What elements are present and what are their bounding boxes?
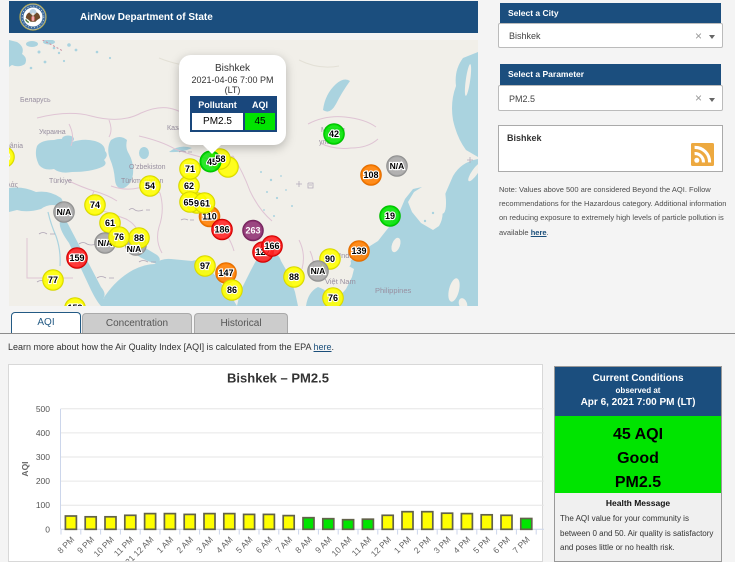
svg-text:AQI: AQI [20,461,30,476]
svg-text:88: 88 [134,233,144,243]
svg-text:N/A: N/A [390,161,405,171]
svg-text:88: 88 [289,272,299,282]
svg-text:400: 400 [36,428,50,438]
svg-text:Philippines: Philippines [375,286,412,295]
svg-text:42: 42 [329,129,339,139]
svg-text:N/A: N/A [127,244,142,254]
svg-text:100: 100 [36,500,50,510]
svg-text:6 AM: 6 AM [254,534,275,555]
svg-text:0: 0 [45,524,50,534]
svg-text:Ελλάς: Ελλάς [9,181,19,189]
svg-text:9: 9 [194,199,199,209]
svg-text:7 PM: 7 PM [511,534,532,555]
svg-text:Việt Nam: Việt Nam [325,277,356,286]
svg-text:Bishkek – PM2.5: Bishkek – PM2.5 [227,371,329,386]
svg-text:3 PM: 3 PM [431,534,452,555]
svg-text:8 AM: 8 AM [293,534,314,555]
svg-text:159: 159 [69,253,84,263]
svg-text:159: 159 [67,303,82,306]
svg-text:12 PM: 12 PM [369,534,393,558]
svg-text:76: 76 [114,232,124,242]
svg-text:10 AM: 10 AM [329,534,353,558]
svg-text:139: 139 [351,246,366,256]
svg-text:11 AM: 11 AM [350,534,374,558]
svg-text:5 PM: 5 PM [471,534,492,555]
svg-text:58: 58 [215,154,225,164]
svg-text:2 PM: 2 PM [412,534,433,555]
svg-text:6 PM: 6 PM [491,534,512,555]
svg-text:263: 263 [245,226,260,236]
svg-text:5 AM: 5 AM [234,534,255,555]
svg-text:166: 166 [264,241,279,251]
svg-text:1 AM: 1 AM [155,534,176,555]
svg-text:54: 54 [145,181,155,191]
svg-text:500: 500 [36,404,50,414]
svg-text:74: 74 [90,200,100,210]
svg-text:76: 76 [328,293,338,303]
svg-text:8 PM: 8 PM [55,534,76,555]
svg-text:71: 71 [185,164,195,174]
svg-text:186: 186 [214,225,229,235]
svg-text:4 PM: 4 PM [451,534,472,555]
svg-text:108: 108 [363,170,378,180]
svg-text:97: 97 [200,261,210,271]
svg-text:0: 0 [9,152,10,162]
svg-text:3 AM: 3 AM [194,534,215,555]
svg-text:Беларусь: Беларусь [20,97,51,104]
svg-text:7 AM: 7 AM [273,534,294,555]
svg-text:200: 200 [36,476,50,486]
svg-text:10 PM: 10 PM [91,534,115,558]
svg-text:147: 147 [218,268,233,278]
svg-text:O’zbekiston: O’zbekiston [129,164,166,171]
svg-text:2 AM: 2 AM [174,534,195,555]
svg-text:61: 61 [200,199,210,209]
svg-text:Украина: Украина [39,129,66,136]
svg-text:65: 65 [183,198,193,208]
svg-text:86: 86 [227,285,237,295]
svg-text:N/A: N/A [57,207,72,217]
svg-text:N/A: N/A [311,266,326,276]
svg-text:61: 61 [105,218,115,228]
svg-text:4 AM: 4 AM [214,534,235,555]
svg-text:19: 19 [385,211,395,221]
svg-text:77: 77 [48,275,58,285]
svg-text:90: 90 [325,254,335,264]
svg-text:Türkiye: Türkiye [49,178,72,185]
svg-text:300: 300 [36,452,50,462]
svg-text:1 PM: 1 PM [392,534,413,555]
svg-text:62: 62 [184,181,194,191]
